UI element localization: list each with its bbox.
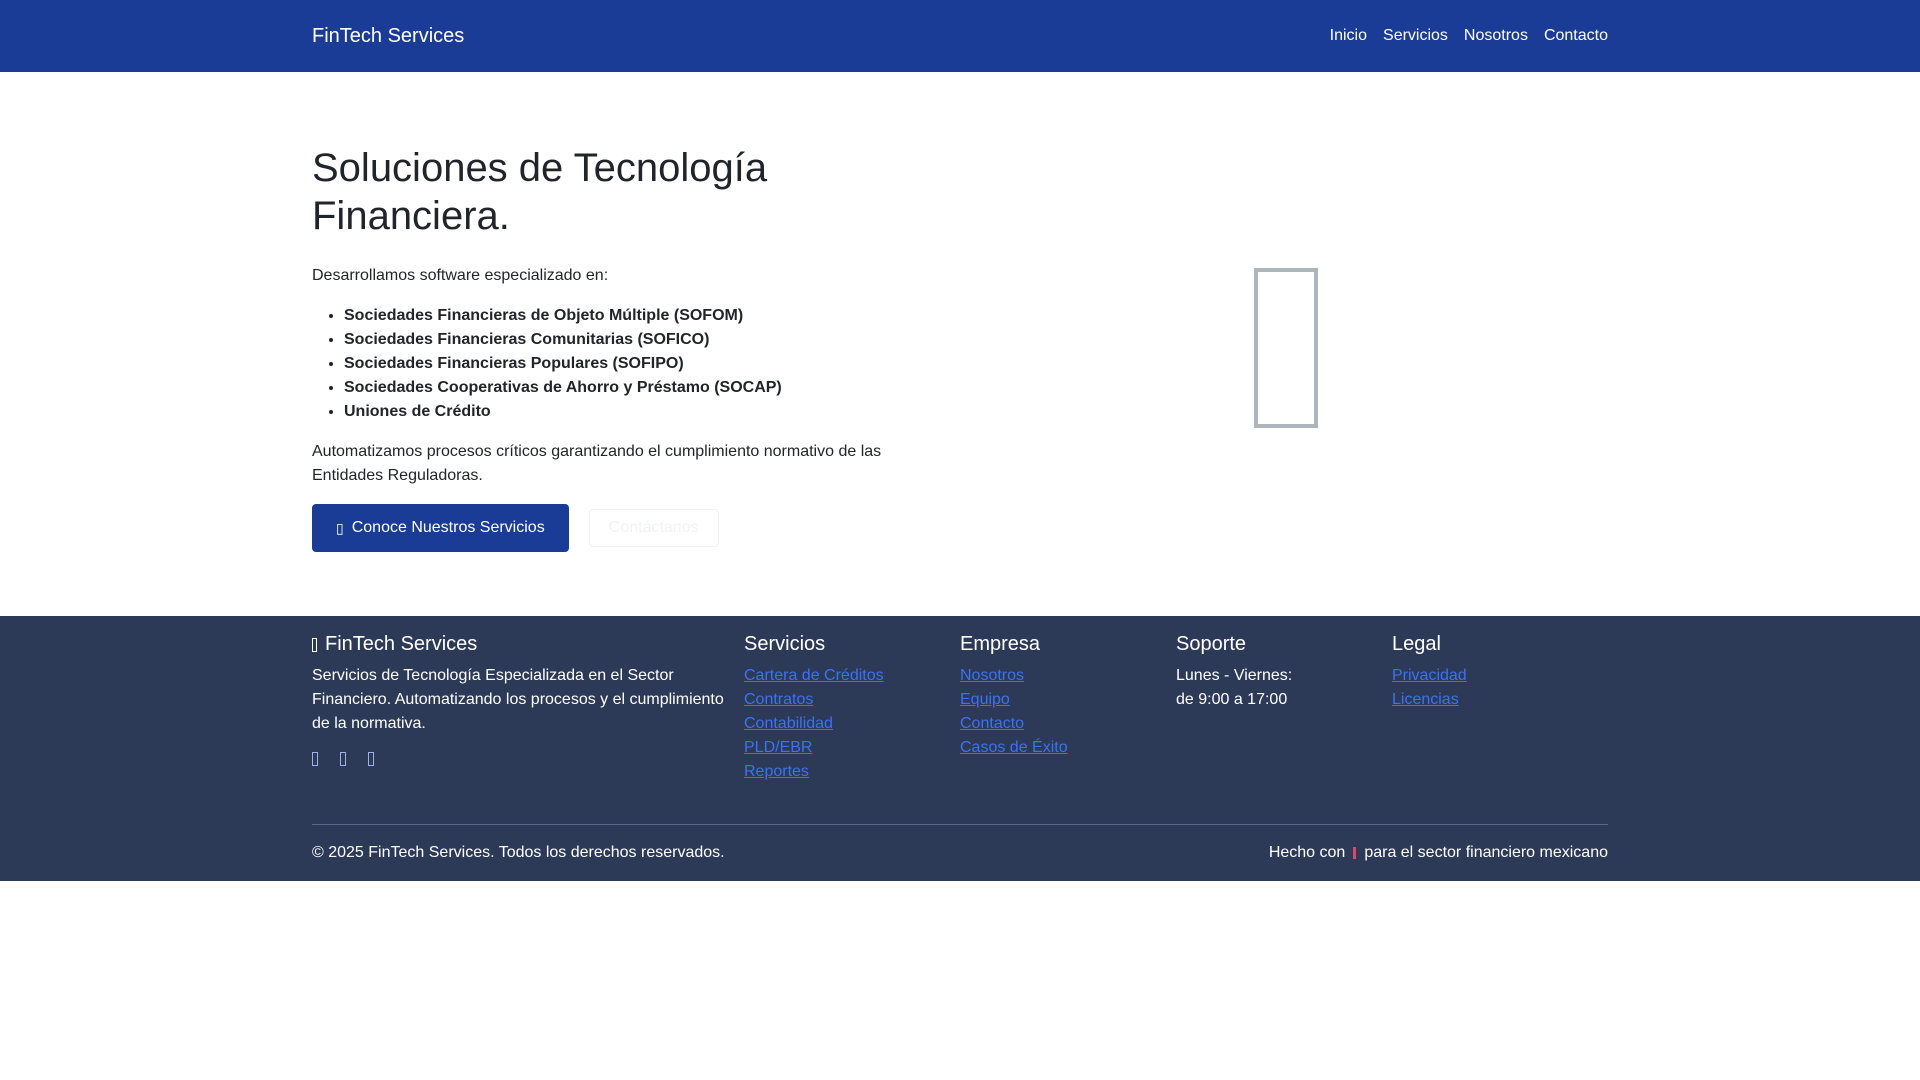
made-with-prefix: Hecho con [1268,844,1346,861]
support-hours-time: de 9:00 a 17:00 [1176,691,1288,708]
footer-about: FinTech Services Servicios de Tecnología… [312,632,744,784]
building-icon [1254,268,1318,428]
footer-link-licencias[interactable]: Licencias [1392,688,1608,712]
footer-link-contabilidad[interactable]: Contabilidad [744,712,960,736]
footer-brand: FinTech Services [312,632,744,656]
footer-col-servicios: Servicios Cartera de Créditos Contratos … [744,632,960,784]
footer-col-title: Servicios [744,633,826,655]
hero-buttons: ▯ Conoce Nuestros Servicios Contáctanos [312,504,912,552]
chart-icon [312,637,317,652]
twitter-icon[interactable] [340,752,346,766]
nav-link-inicio[interactable]: Inicio [1330,27,1367,45]
social-links [312,752,744,766]
footer-link-equipo[interactable]: Equipo [960,688,1176,712]
footer-container: FinTech Services Servicios de Tecnología… [312,616,1608,881]
nav-link-nosotros[interactable]: Nosotros [1464,27,1528,45]
footer-about-text: Servicios de Tecnología Especializada en… [312,667,724,732]
footer-columns: FinTech Services Servicios de Tecnología… [312,632,1608,784]
hero-outro: Automatizamos procesos críticos garantiz… [312,443,882,484]
support-hours-days: Lunes - Viernes: [1176,667,1293,684]
brand-link[interactable]: FinTech Services [312,25,464,48]
footer-bottom: © 2025 FinTech Services. Todos los derec… [312,841,1608,865]
hero-title: Soluciones de Tecnología Financiera. [312,146,768,238]
entity-list: Sociedades Financieras de Objeto Múltipl… [312,304,912,424]
copyright: © 2025 FinTech Services. Todos los derec… [312,844,725,861]
footer-link-contacto[interactable]: Contacto [960,712,1176,736]
footer-col-title: Legal [1392,633,1441,655]
arrow-right-icon: ▯ [336,519,344,536]
list-item: Sociedades Financieras Comunitarias (SOF… [344,328,912,352]
nav-links: Inicio Servicios Nosotros Contacto [1314,27,1608,45]
navbar-container: FinTech Services Inicio Servicios Nosotr… [312,0,1608,72]
footer-brand-label: FinTech Services [325,633,478,655]
navbar: FinTech Services Inicio Servicios Nosotr… [0,0,1920,72]
footer: FinTech Services Servicios de Tecnología… [0,616,1920,881]
nav-link-servicios[interactable]: Servicios [1383,27,1448,45]
services-button-label: Conoce Nuestros Servicios [351,519,545,536]
list-item: Uniones de Crédito [344,400,912,424]
contact-button[interactable]: Contáctanos [588,509,719,547]
footer-link-reportes[interactable]: Reportes [744,760,960,784]
hero-section: Soluciones de Tecnología Financiera. Des… [312,72,1608,616]
footer-link-casos[interactable]: Casos de Éxito [960,736,1176,760]
footer-link-privacidad[interactable]: Privacidad [1392,664,1608,688]
footer-link-pld[interactable]: PLD/EBR [744,736,960,760]
hero-intro: Desarrollamos software especializado en: [312,267,609,284]
heart-icon [1353,846,1357,859]
footer-col-legal: Legal Privacidad Licencias [1392,632,1608,784]
list-item: Sociedades Financieras de Objeto Múltipl… [344,304,912,328]
footer-col-title: Empresa [960,633,1041,655]
footer-link-cartera[interactable]: Cartera de Créditos [744,664,960,688]
footer-col-empresa: Empresa Nosotros Equipo Contacto Casos d… [960,632,1176,784]
services-button[interactable]: ▯ Conoce Nuestros Servicios [312,504,569,552]
list-item: Sociedades Cooperativas de Ahorro y Prés… [344,376,912,400]
footer-link-nosotros[interactable]: Nosotros [960,664,1176,688]
hero-content: Soluciones de Tecnología Financiera. Des… [312,144,912,552]
footer-col-soporte: Soporte Lunes - Viernes: de 9:00 a 17:00 [1176,632,1392,784]
linkedin-icon[interactable] [368,752,374,766]
made-with-suffix: para el sector financiero mexicano [1364,844,1608,861]
footer-divider [312,824,1608,825]
footer-link-contratos[interactable]: Contratos [744,688,960,712]
footer-col-title: Soporte [1176,633,1247,655]
list-item: Sociedades Financieras Populares (SOFIPO… [344,352,912,376]
nav-link-contacto[interactable]: Contacto [1544,27,1608,45]
made-with: Hecho con para el sector financiero mexic… [1269,841,1608,865]
facebook-icon[interactable] [312,752,318,766]
